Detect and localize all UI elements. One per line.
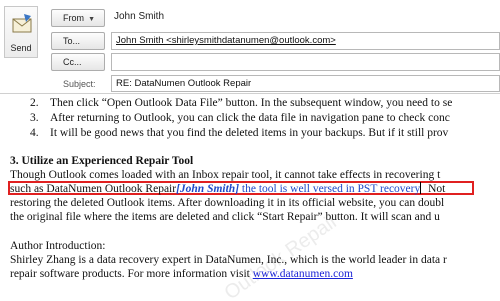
paragraph-line-edited: such as DataNumen Outlook Repair[John Sm… (10, 182, 445, 196)
subject-field[interactable]: RE: DataNumen Outlook Repair (111, 75, 500, 92)
subject-value: RE: DataNumen Outlook Repair (116, 78, 252, 89)
paragraph-line: restoring the deleted Outlook items. Aft… (10, 197, 445, 209)
cc-button[interactable]: Cc... (51, 53, 105, 71)
subject-label: Subject: (63, 79, 96, 89)
author-heading: Author Introduction: (10, 240, 106, 252)
section-heading: 3. Utilize an Experienced Repair Tool (10, 155, 194, 167)
author-line: repair software products. For more infor… (10, 267, 353, 281)
paragraph-line: the original file where the items are de… (10, 211, 440, 223)
from-dropdown-caret-icon: ▼ (88, 16, 95, 23)
send-envelope-icon (12, 14, 32, 33)
para-prefix: such as DataNumen Outlook Repair (10, 183, 177, 195)
paragraph-line: Though Outlook comes loaded with an Inbo… (10, 169, 441, 181)
to-field[interactable]: John Smith <shirleysmithdatanumen@outloo… (111, 32, 500, 50)
author-line: Shirley Zhang is a data recovery expert … (10, 254, 447, 266)
from-button[interactable]: From ▼ (51, 9, 105, 27)
text-cursor (420, 182, 422, 194)
send-button[interactable]: Send (4, 6, 38, 58)
inserted-comment-text: the tool is well versed in PST recovery (239, 183, 421, 195)
website-link[interactable]: www.datanumen.com (253, 268, 353, 280)
author-line-prefix: repair software products. For more infor… (10, 268, 253, 280)
from-value: John Smith (114, 11, 165, 22)
to-button[interactable]: To... (51, 32, 105, 50)
from-button-label: From (63, 13, 84, 23)
message-body[interactable]: Outlook Repair 2. Then click “Open Outlo… (0, 93, 500, 301)
compose-header: Send From ▼ John Smith To... John Smith … (0, 0, 500, 92)
cc-field[interactable] (111, 53, 500, 71)
to-recipient[interactable]: John Smith <shirleysmithdatanumen@outloo… (116, 35, 336, 46)
send-label: Send (10, 43, 32, 53)
inserted-author-tag: [John Smith] (176, 183, 240, 195)
para-suffix: Not (425, 183, 446, 195)
